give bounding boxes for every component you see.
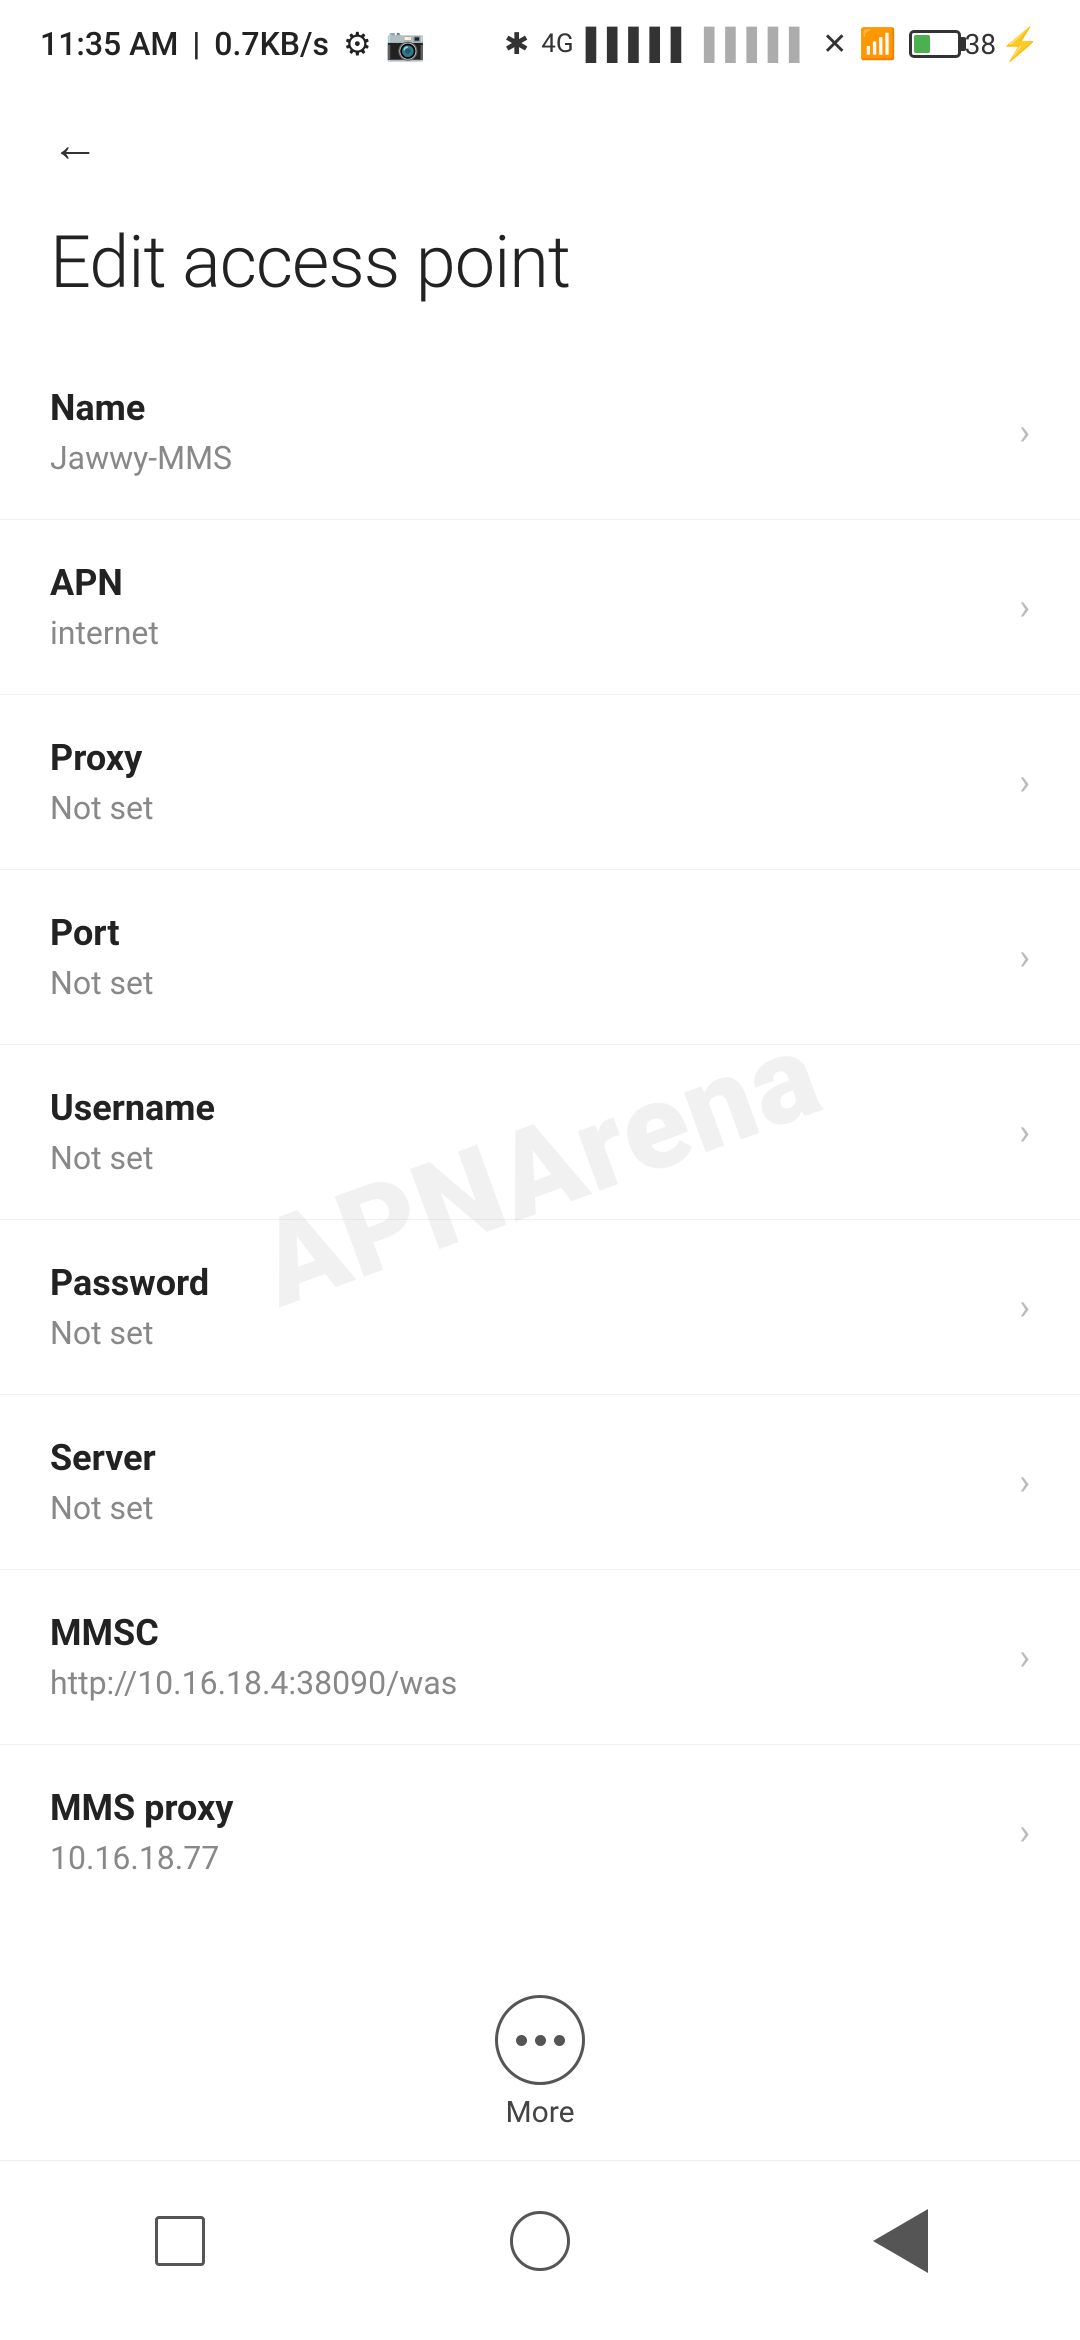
settings-item-proxy[interactable]: Proxy Not set › bbox=[0, 695, 1080, 870]
settings-item-mms-proxy[interactable]: MMS proxy 10.16.18.77 › bbox=[0, 1745, 1080, 1919]
settings-label-proxy: Proxy bbox=[50, 737, 153, 779]
settings-item-password[interactable]: Password Not set › bbox=[0, 1220, 1080, 1395]
settings-item-server[interactable]: Server Not set › bbox=[0, 1395, 1080, 1570]
camera-icon: 📷 bbox=[386, 25, 426, 63]
status-left: 11:35 AM | 0.7KB/s ⚙ 📷 bbox=[40, 25, 425, 63]
back-arrow-icon: ← bbox=[51, 121, 99, 169]
more-dot-1 bbox=[516, 2035, 527, 2046]
settings-label-name: Name bbox=[50, 387, 232, 429]
chevron-icon-proxy: › bbox=[1019, 761, 1030, 803]
more-circle-icon bbox=[495, 1995, 585, 2085]
signal-bars-icon: ▌▌▌▌▌ bbox=[586, 27, 692, 62]
chevron-icon-name: › bbox=[1019, 411, 1030, 453]
settings-icon: ⚙ bbox=[343, 25, 372, 63]
signal-4g-icon: 4G bbox=[541, 29, 573, 59]
signal-bars-2-icon: ▌▌▌▌▌ bbox=[704, 27, 810, 62]
settings-item-server-content: Server Not set bbox=[50, 1437, 156, 1527]
chevron-icon-username: › bbox=[1019, 1111, 1030, 1153]
settings-value-mms-proxy: 10.16.18.77 bbox=[50, 1839, 233, 1877]
chevron-icon-mmsc: › bbox=[1019, 1636, 1030, 1678]
status-bar: 11:35 AM | 0.7KB/s ⚙ 📷 ✱ 4G ▌▌▌▌▌ ▌▌▌▌▌ … bbox=[0, 0, 1080, 80]
settings-label-server: Server bbox=[50, 1437, 156, 1479]
nav-home-button[interactable] bbox=[495, 2196, 585, 2286]
settings-value-proxy: Not set bbox=[50, 789, 153, 827]
settings-label-mms-proxy: MMS proxy bbox=[50, 1787, 233, 1829]
battery-percent: 38 bbox=[965, 28, 996, 61]
nav-back-button[interactable] bbox=[855, 2196, 945, 2286]
chevron-icon-port: › bbox=[1019, 936, 1030, 978]
settings-value-port: Not set bbox=[50, 964, 153, 1002]
back-icon bbox=[873, 2209, 928, 2273]
battery-fill bbox=[914, 35, 930, 53]
settings-label-username: Username bbox=[50, 1087, 215, 1129]
battery-indicator: 38 ⚡ bbox=[909, 25, 1040, 63]
settings-item-name[interactable]: Name Jawwy-MMS › bbox=[0, 345, 1080, 520]
bluetooth-icon: ✱ bbox=[504, 27, 529, 62]
home-icon bbox=[510, 2211, 570, 2271]
settings-label-port: Port bbox=[50, 912, 153, 954]
chevron-icon-mms-proxy: › bbox=[1019, 1811, 1030, 1853]
toolbar: ← bbox=[0, 80, 1080, 200]
status-right: ✱ 4G ▌▌▌▌▌ ▌▌▌▌▌ ✕ 📶 38 ⚡ bbox=[504, 25, 1040, 63]
settings-value-name: Jawwy-MMS bbox=[50, 439, 232, 477]
back-button[interactable]: ← bbox=[40, 110, 110, 180]
page-title: Edit access point bbox=[0, 200, 1080, 345]
separator: | bbox=[192, 25, 200, 63]
settings-item-apn[interactable]: APN internet › bbox=[0, 520, 1080, 695]
settings-value-username: Not set bbox=[50, 1139, 215, 1177]
no-signal-icon: ✕ bbox=[822, 27, 847, 62]
battery-icon bbox=[909, 30, 961, 58]
recents-icon bbox=[155, 2216, 205, 2266]
nav-recents-button[interactable] bbox=[135, 2196, 225, 2286]
more-dot-3 bbox=[554, 2035, 565, 2046]
settings-label-password: Password bbox=[50, 1262, 209, 1304]
settings-item-port-content: Port Not set bbox=[50, 912, 153, 1002]
settings-item-apn-content: APN internet bbox=[50, 562, 159, 652]
settings-label-mmsc: MMSC bbox=[50, 1612, 457, 1654]
settings-item-username[interactable]: Username Not set › bbox=[0, 1045, 1080, 1220]
chevron-icon-apn: › bbox=[1019, 586, 1030, 628]
wifi-icon: 📶 bbox=[859, 27, 896, 62]
settings-list: Name Jawwy-MMS › APN internet › Proxy No… bbox=[0, 345, 1080, 1919]
more-label: More bbox=[505, 2095, 574, 2130]
settings-value-server: Not set bbox=[50, 1489, 156, 1527]
more-button[interactable]: More bbox=[495, 1995, 585, 2130]
settings-item-mmsc-content: MMSC http://10.16.18.4:38090/was bbox=[50, 1612, 457, 1702]
chevron-icon-password: › bbox=[1019, 1286, 1030, 1328]
settings-item-password-content: Password Not set bbox=[50, 1262, 209, 1352]
settings-value-password: Not set bbox=[50, 1314, 209, 1352]
network-speed: 0.7KB/s bbox=[214, 25, 329, 63]
navigation-bar bbox=[0, 2160, 1080, 2340]
settings-item-proxy-content: Proxy Not set bbox=[50, 737, 153, 827]
settings-item-mms-proxy-content: MMS proxy 10.16.18.77 bbox=[50, 1787, 233, 1877]
settings-item-mmsc[interactable]: MMSC http://10.16.18.4:38090/was › bbox=[0, 1570, 1080, 1745]
time-text: 11:35 AM bbox=[40, 25, 178, 63]
settings-item-port[interactable]: Port Not set › bbox=[0, 870, 1080, 1045]
settings-value-apn: internet bbox=[50, 614, 159, 652]
settings-label-apn: APN bbox=[50, 562, 159, 604]
chevron-icon-server: › bbox=[1019, 1461, 1030, 1503]
settings-item-name-content: Name Jawwy-MMS bbox=[50, 387, 232, 477]
settings-value-mmsc: http://10.16.18.4:38090/was bbox=[50, 1664, 457, 1702]
more-dots-icon bbox=[516, 2035, 565, 2046]
more-dot-2 bbox=[535, 2035, 546, 2046]
settings-item-username-content: Username Not set bbox=[50, 1087, 215, 1177]
charging-icon: ⚡ bbox=[1000, 25, 1040, 63]
